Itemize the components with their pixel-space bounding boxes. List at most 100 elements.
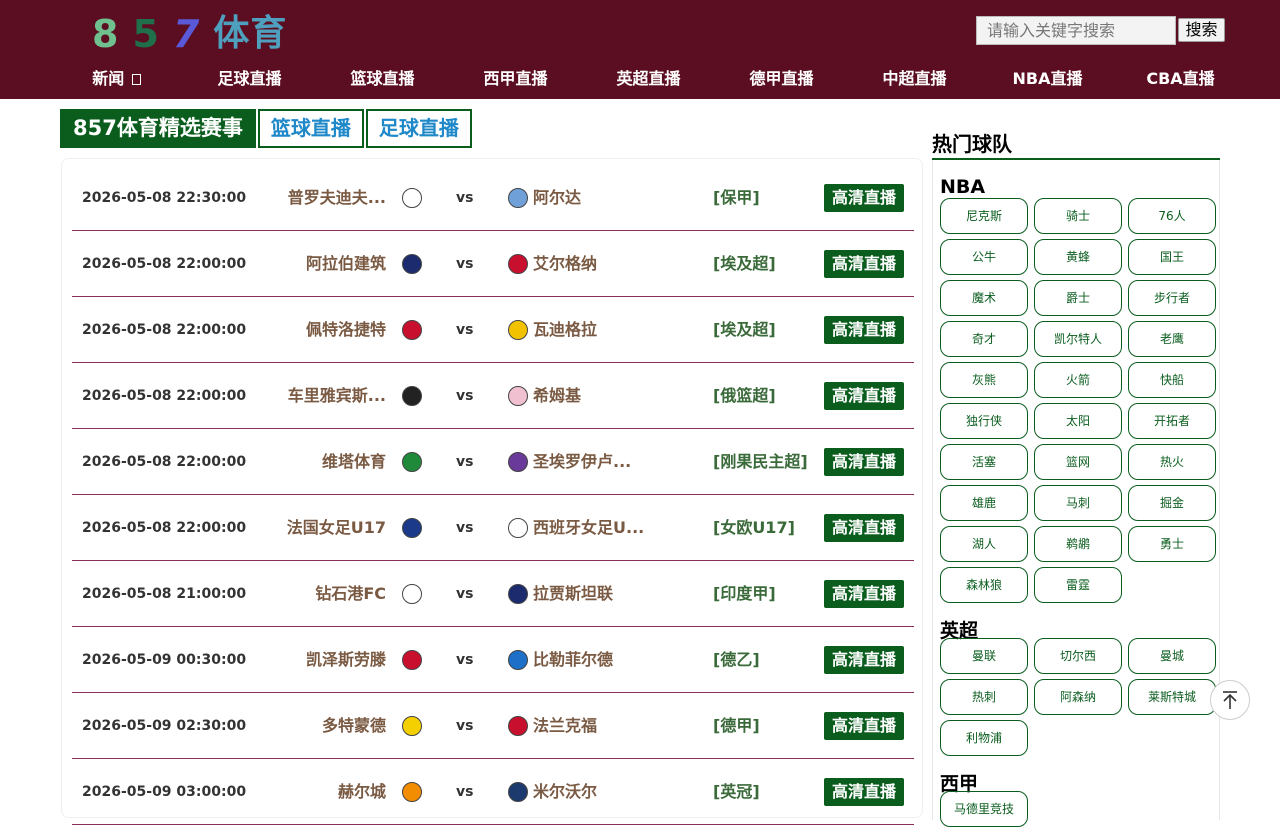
away-team-name[interactable]: 拉贾斯坦联 (533, 561, 703, 627)
team-button[interactable]: 掘金 (1128, 485, 1216, 521)
away-team-name[interactable]: 瓦迪格拉 (533, 297, 703, 363)
live-stream-button[interactable]: 高清直播 (824, 382, 904, 410)
team-button[interactable]: 76人 (1128, 198, 1216, 234)
nav-item-bundesliga[interactable]: 德甲直播 (715, 64, 848, 94)
home-team-logo-icon (402, 386, 422, 406)
team-button[interactable]: 奇才 (940, 321, 1028, 357)
home-team-name[interactable]: 维塔体育 (186, 429, 386, 495)
team-button[interactable]: 马刺 (1034, 485, 1122, 521)
home-team-logo-icon (402, 254, 422, 274)
home-team-name[interactable]: 凯泽斯劳滕 (186, 627, 386, 693)
team-button[interactable]: 利物浦 (940, 720, 1028, 756)
search-button[interactable]: 搜索 (1178, 18, 1225, 42)
team-button[interactable]: 曼城 (1128, 638, 1216, 674)
live-stream-button[interactable]: 高清直播 (824, 778, 904, 806)
team-button[interactable]: 爵士 (1034, 280, 1122, 316)
live-stream-button[interactable]: 高清直播 (824, 448, 904, 476)
nav-item-laliga[interactable]: 西甲直播 (449, 64, 582, 94)
team-button[interactable]: 老鹰 (1128, 321, 1216, 357)
team-button[interactable]: 湖人 (940, 526, 1028, 562)
away-team-logo-icon (508, 320, 528, 340)
team-button[interactable]: 太阳 (1034, 403, 1122, 439)
team-button[interactable]: 魔术 (940, 280, 1028, 316)
team-button[interactable]: 公牛 (940, 239, 1028, 275)
team-button[interactable]: 切尔西 (1034, 638, 1122, 674)
team-button[interactable]: 雷霆 (1034, 567, 1122, 603)
team-button[interactable]: 雄鹿 (940, 485, 1028, 521)
home-team-name[interactable]: 法国女足U17 (186, 495, 386, 561)
team-button[interactable]: 黄蜂 (1034, 239, 1122, 275)
live-stream-button[interactable]: 高清直播 (824, 646, 904, 674)
home-team-name[interactable]: 普罗夫迪夫... (186, 165, 386, 231)
away-team-name[interactable]: 阿尔达 (533, 165, 703, 231)
search-input[interactable] (976, 16, 1176, 45)
league-label[interactable]: [女欧U17] (713, 495, 795, 561)
nav-item-csl[interactable]: 中超直播 (848, 64, 981, 94)
team-button[interactable]: 森林狼 (940, 567, 1028, 603)
team-button[interactable]: 热刺 (940, 679, 1028, 715)
league-label[interactable]: [印度甲] (713, 561, 776, 627)
live-stream-button[interactable]: 高清直播 (824, 514, 904, 542)
nav-item-cba[interactable]: CBA直播 (1114, 64, 1247, 94)
hot-teams-panel: NBA 尼克斯 骑士 76人 公牛 黄蜂 国王 魔术 爵士 步行者 奇才 凯尔特人 老鹰 灰熊 火箭 快船 独行… (932, 160, 1220, 827)
home-team-name[interactable]: 阿拉伯建筑 (186, 231, 386, 297)
away-team-name[interactable]: 米尔沃尔 (533, 759, 703, 825)
league-label[interactable]: [埃及超] (713, 231, 776, 297)
tab-basketball[interactable]: 篮球直播 (257, 109, 364, 148)
team-button[interactable]: 热火 (1128, 444, 1216, 480)
league-label[interactable]: [刚果民主超] (713, 429, 808, 495)
away-team-name[interactable]: 比勒菲尔德 (533, 627, 703, 693)
league-label[interactable]: [保甲] (713, 165, 760, 231)
match-row: 2026-05-09 02:30:00 多特蒙德 vs 法兰克福 [德甲] 高清直播 (72, 693, 914, 759)
home-team-logo-icon (402, 650, 422, 670)
nav-item-premier-league[interactable]: 英超直播 (582, 64, 715, 94)
nav-item-nba[interactable]: NBA直播 (981, 64, 1114, 94)
team-button[interactable]: 骑士 (1034, 198, 1122, 234)
home-team-name[interactable]: 车里雅宾斯... (186, 363, 386, 429)
match-row: 2026-05-08 22:00:00 车里雅宾斯... vs 希姆基 [俄篮超] 高清直… (72, 363, 914, 429)
back-to-top-button[interactable] (1210, 680, 1250, 720)
league-label[interactable]: [英冠] (713, 759, 760, 825)
live-stream-button[interactable]: 高清直播 (824, 580, 904, 608)
team-button[interactable]: 步行者 (1128, 280, 1216, 316)
live-stream-button[interactable]: 高清直播 (824, 250, 904, 278)
team-button[interactable]: 阿森纳 (1034, 679, 1122, 715)
away-team-name[interactable]: 法兰克福 (533, 693, 703, 759)
league-label[interactable]: [德甲] (713, 693, 760, 759)
nav-item-football[interactable]: 足球直播 (183, 64, 316, 94)
team-button[interactable]: 灰熊 (940, 362, 1028, 398)
away-team-name[interactable]: 圣埃罗伊卢... (533, 429, 703, 495)
team-button[interactable]: 篮网 (1034, 444, 1122, 480)
live-stream-button[interactable]: 高清直播 (824, 712, 904, 740)
team-button[interactable]: 火箭 (1034, 362, 1122, 398)
nav-item-basketball[interactable]: 篮球直播 (316, 64, 449, 94)
home-team-name[interactable]: 佩特洛捷特 (186, 297, 386, 363)
team-button[interactable]: 勇士 (1128, 526, 1216, 562)
team-button[interactable]: 凯尔特人 (1034, 321, 1122, 357)
away-team-name[interactable]: 艾尔格纳 (533, 231, 703, 297)
league-label[interactable]: [德乙] (713, 627, 760, 693)
team-button[interactable]: 国王 (1128, 239, 1216, 275)
league-label[interactable]: [俄篮超] (713, 363, 776, 429)
home-team-name[interactable]: 赫尔城 (186, 759, 386, 825)
nav-item-news[interactable]: 新闻 (50, 64, 183, 94)
home-team-name[interactable]: 钻石港FC (186, 561, 386, 627)
team-button[interactable]: 曼联 (940, 638, 1028, 674)
live-stream-button[interactable]: 高清直播 (824, 316, 904, 344)
team-button[interactable]: 活塞 (940, 444, 1028, 480)
team-button[interactable]: 莱斯特城 (1128, 679, 1216, 715)
home-team-logo-icon (402, 452, 422, 472)
away-team-name[interactable]: 希姆基 (533, 363, 703, 429)
tab-football[interactable]: 足球直播 (365, 109, 472, 148)
team-button[interactable]: 马德里竞技 (940, 791, 1028, 827)
team-button[interactable]: 鹈鹕 (1034, 526, 1122, 562)
site-logo[interactable]: 8 5 7 体育 (92, 12, 287, 56)
league-label[interactable]: [埃及超] (713, 297, 776, 363)
team-button[interactable]: 独行侠 (940, 403, 1028, 439)
live-stream-button[interactable]: 高清直播 (824, 184, 904, 212)
away-team-name[interactable]: 西班牙女足U... (533, 495, 703, 561)
team-button[interactable]: 开拓者 (1128, 403, 1216, 439)
home-team-name[interactable]: 多特蒙德 (186, 693, 386, 759)
team-button[interactable]: 快船 (1128, 362, 1216, 398)
team-button[interactable]: 尼克斯 (940, 198, 1028, 234)
